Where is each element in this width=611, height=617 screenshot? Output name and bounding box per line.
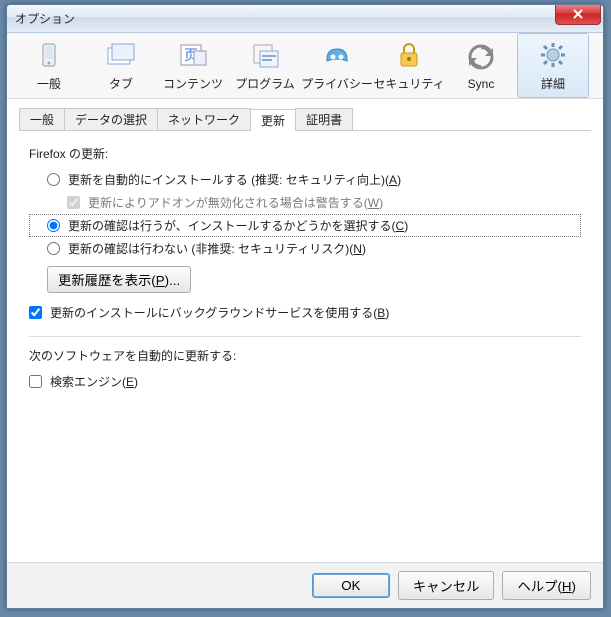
- option-label: 更新の確認は行うが、インストールするかどうかを選択する(C): [68, 217, 408, 234]
- sync-icon: [465, 41, 497, 73]
- category-general[interactable]: 一般: [13, 33, 85, 98]
- update-auto-install-option[interactable]: 更新を自動的にインストールする (推奨: セキュリティ向上)(A): [29, 168, 581, 191]
- radio-auto-install[interactable]: [47, 173, 60, 186]
- option-label: 更新のインストールにバックグラウンドサービスを使用する(B): [50, 304, 389, 321]
- checkbox-bg-service[interactable]: [29, 306, 42, 319]
- category-label: コンテンツ: [163, 75, 223, 92]
- options-window: オプション 一般 タブ 页 コンテンツ プログラム: [6, 4, 604, 609]
- subtab-data-choices[interactable]: データの選択: [64, 108, 158, 130]
- category-content[interactable]: 页 コンテンツ: [157, 33, 229, 98]
- category-security[interactable]: セキュリティ: [373, 33, 445, 98]
- help-button[interactable]: ヘルプ(H): [502, 571, 591, 600]
- category-label: タブ: [109, 75, 133, 92]
- category-label: 詳細: [541, 75, 565, 92]
- category-toolbar: 一般 タブ 页 コンテンツ プログラム プライバシー: [7, 33, 603, 99]
- content-area: 一般 データの選択 ネットワーク 更新 証明書 Firefox の更新: 更新を…: [7, 99, 603, 562]
- content-icon: 页: [177, 39, 209, 71]
- category-label: Sync: [468, 77, 495, 91]
- security-icon: [393, 39, 425, 71]
- radio-check-choose[interactable]: [47, 219, 60, 232]
- close-button[interactable]: [555, 5, 601, 25]
- category-label: プログラム: [235, 75, 295, 92]
- checkbox-search-engines[interactable]: [29, 375, 42, 388]
- checkbox-warn-addon: [67, 196, 80, 209]
- privacy-icon: [321, 39, 353, 71]
- subtab-network[interactable]: ネットワーク: [157, 108, 251, 130]
- tabs-icon: [105, 39, 137, 71]
- firefox-updates-heading: Firefox の更新:: [29, 145, 581, 162]
- option-label: 更新を自動的にインストールする (推奨: セキュリティ向上)(A): [68, 171, 401, 188]
- dialog-footer: OK キャンセル ヘルプ(H): [7, 562, 603, 608]
- subtab-certificates[interactable]: 証明書: [295, 108, 353, 130]
- option-label: 更新によりアドオンが無効化される場合は警告する(W): [88, 194, 383, 211]
- warn-addon-disable-option: 更新によりアドオンが無効化される場合は警告する(W): [29, 191, 581, 214]
- category-programs[interactable]: プログラム: [229, 33, 301, 98]
- option-label: 更新の確認は行わない (非推奨: セキュリティリスク)(N): [68, 240, 366, 257]
- gear-icon: [537, 39, 569, 71]
- cancel-button[interactable]: キャンセル: [398, 571, 495, 600]
- search-engines-option[interactable]: 検索エンジン(E): [29, 370, 581, 393]
- general-icon: [33, 39, 65, 71]
- category-label: セキュリティ: [373, 75, 444, 92]
- subtab-bar: 一般 データの選択 ネットワーク 更新 証明書: [19, 109, 591, 131]
- ok-button[interactable]: OK: [312, 573, 390, 598]
- category-label: 一般: [37, 75, 61, 92]
- programs-icon: [249, 39, 281, 71]
- window-title: オプション: [15, 10, 75, 27]
- subtab-update[interactable]: 更新: [250, 109, 296, 131]
- option-label: 検索エンジン(E): [50, 373, 138, 390]
- use-background-service-option[interactable]: 更新のインストールにバックグラウンドサービスを使用する(B): [29, 301, 581, 324]
- show-update-history-button[interactable]: 更新履歴を表示(P)...: [47, 266, 191, 293]
- category-tabs[interactable]: タブ: [85, 33, 157, 98]
- close-icon: [572, 9, 584, 19]
- radio-never[interactable]: [47, 242, 60, 255]
- separator: [29, 336, 581, 337]
- auto-update-software-heading: 次のソフトウェアを自動的に更新する:: [29, 347, 581, 364]
- update-check-choose-option[interactable]: 更新の確認は行うが、インストールするかどうかを選択する(C): [29, 214, 581, 237]
- category-label: プライバシー: [301, 75, 373, 92]
- category-sync[interactable]: Sync: [445, 33, 517, 98]
- category-privacy[interactable]: プライバシー: [301, 33, 373, 98]
- subtab-general[interactable]: 一般: [19, 108, 65, 130]
- category-advanced[interactable]: 詳細: [517, 33, 589, 98]
- update-panel: Firefox の更新: 更新を自動的にインストールする (推奨: セキュリティ…: [19, 131, 591, 554]
- update-never-option[interactable]: 更新の確認は行わない (非推奨: セキュリティリスク)(N): [29, 237, 581, 260]
- titlebar: オプション: [7, 5, 603, 33]
